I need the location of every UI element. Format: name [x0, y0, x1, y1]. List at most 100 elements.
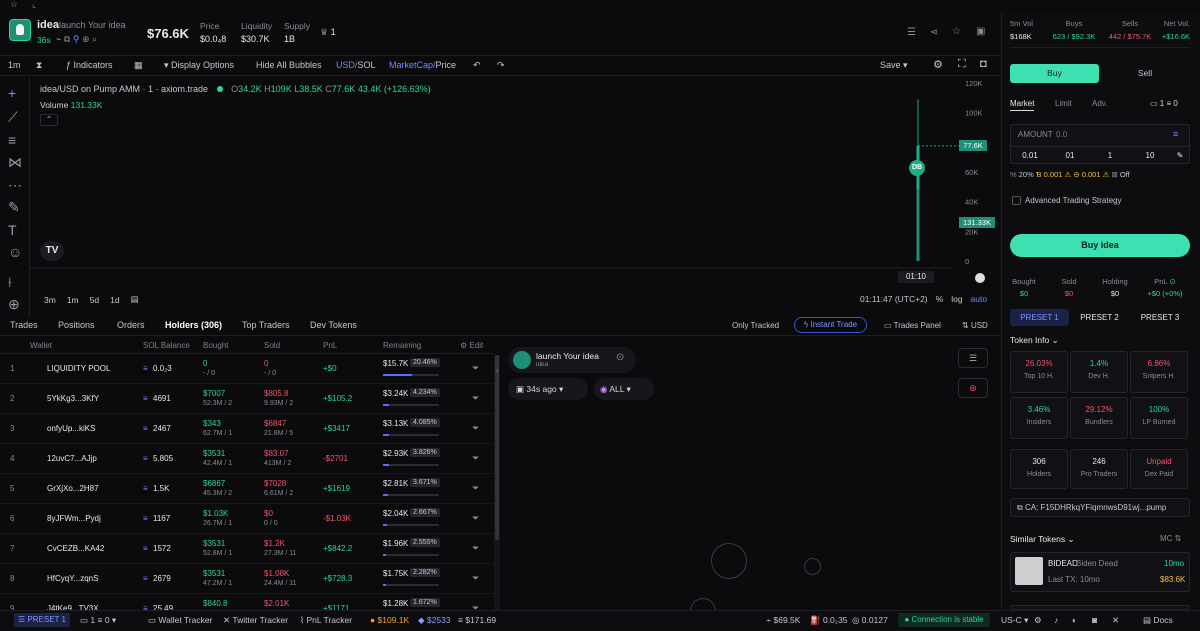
filter-icon[interactable]: ⏷: [472, 513, 479, 524]
candle-type-icon[interactable]: ⧗: [36, 60, 42, 71]
col-wallet[interactable]: Wallet: [30, 341, 52, 350]
docs-link[interactable]: ▤ Docs: [1143, 615, 1173, 626]
twitter-tracker-button[interactable]: ✕ Twitter Tracker: [223, 615, 288, 626]
price-toggle[interactable]: Price: [436, 60, 457, 70]
limit-tab[interactable]: Limit: [1055, 99, 1072, 108]
table-row[interactable]: 2 5YkKg3...3KfY ≡ 4691 $7007 52.3M / 2 $805.8 9…: [0, 384, 494, 414]
chart-canvas[interactable]: 120K100K80K60K40K20K0: [30, 77, 1000, 291]
quick-amount-0.01[interactable]: 0.01: [1010, 151, 1050, 160]
collapse-legend-button[interactable]: ⌃: [40, 114, 58, 126]
col-sol-balance[interactable]: SOL Balance: [143, 341, 190, 350]
preset-1-tab[interactable]: PRESET 1: [1010, 309, 1069, 326]
tab-holders[interactable]: Holders (306): [165, 320, 222, 330]
range-1m[interactable]: 1m: [67, 295, 79, 305]
usd-toggle[interactable]: USD: [336, 60, 355, 70]
wallet-address[interactable]: 12uvC7...AJjp: [47, 454, 97, 463]
tab-orders[interactable]: Orders: [117, 320, 145, 330]
buy-tab[interactable]: Buy: [1010, 64, 1099, 83]
calendar-icon[interactable]: ▤: [131, 294, 139, 305]
undo-icon[interactable]: ↶: [473, 60, 481, 71]
star-icon[interactable]: ☆: [10, 0, 18, 10]
scale-handle[interactable]: [975, 273, 985, 283]
x-icon[interactable]: ✕: [1112, 615, 1119, 626]
market-tab[interactable]: Market: [1010, 99, 1035, 111]
price-chart[interactable]: 120K100K80K60K40K20K0: [30, 77, 1000, 291]
hide-bubbles-button[interactable]: Hide All Bubbles: [256, 60, 322, 70]
bubble[interactable]: [711, 543, 747, 579]
table-row[interactable]: 7 CvCEZB...KA42 ≡ 1572 $3531 52.8M / 1 $1.2K 27…: [0, 534, 494, 564]
preset-indicator[interactable]: ☰ PRESET 1: [14, 613, 70, 627]
tab-top-traders[interactable]: Top Traders: [242, 320, 290, 330]
share-icon[interactable]: ⋖: [930, 27, 938, 38]
trades-panel-toggle[interactable]: ▭ Trades Panel: [884, 321, 941, 330]
fullscreen-icon[interactable]: ⛶: [958, 58, 966, 71]
currency-toggle[interactable]: ⇅ USD: [962, 321, 988, 330]
sol-toggle[interactable]: SOL: [358, 60, 376, 70]
tab-trades[interactable]: Trades: [10, 320, 38, 330]
filter-icon[interactable]: ⏷: [472, 573, 479, 584]
pnl-toggle-icon[interactable]: ⊙: [1169, 277, 1175, 286]
redo-icon[interactable]: ↷: [497, 60, 505, 71]
quick-amount-10[interactable]: 10: [1130, 151, 1170, 160]
wallet-selector[interactable]: ▭ 1 ≡ 0 ▾: [80, 615, 116, 626]
preset-3-tab[interactable]: PRESET 3: [1130, 309, 1190, 326]
marketcap-toggle[interactable]: MarketCap: [389, 60, 433, 70]
interval-select[interactable]: 1m: [8, 60, 21, 70]
quick-amount-01[interactable]: 01: [1050, 151, 1090, 160]
filter-icon[interactable]: ⏷: [472, 423, 479, 434]
col-remaining[interactable]: Remaining: [383, 341, 421, 350]
list-icon[interactable]: ☰: [907, 27, 916, 38]
discord-icon[interactable]: ◙: [1092, 615, 1097, 625]
filter-icon[interactable]: ⏷: [472, 393, 479, 404]
bubble-icon[interactable]: ⊛: [958, 378, 988, 398]
edit-columns-button[interactable]: ⚙ Edit: [460, 341, 483, 350]
wallet-address[interactable]: onfyUp...kiKS: [47, 424, 95, 433]
amount-input[interactable]: [1056, 128, 1166, 140]
table-row[interactable]: 5 GrXjXo...2H87 ≡ 1.5K $6867 45.3M / 2 $7028 6.…: [0, 474, 494, 504]
bubble[interactable]: [804, 558, 821, 575]
col-sold[interactable]: Sold: [264, 341, 280, 350]
display-options-button[interactable]: ▾ Display Options: [164, 60, 234, 71]
table-row[interactable]: 8 HfCyqY...zqnS ≡ 2679 $3531 47.2M / 1 $1.08K 2…: [0, 564, 494, 594]
wallet-address[interactable]: LIQUIDITY POOL: [47, 364, 110, 373]
wallet-count[interactable]: ▭ 1 ≡ 0: [1150, 99, 1178, 108]
wallet-filter[interactable]: ◉ ALL ▾: [594, 378, 654, 400]
contract-address[interactable]: ⧉ CA: F15DHRkqYFiqmnwsD91wj...pump: [1010, 498, 1190, 517]
bell-icon[interactable]: ♪: [1054, 615, 1058, 625]
range-3m[interactable]: 3m: [44, 295, 56, 305]
advanced-strategy-checkbox[interactable]: [1012, 196, 1021, 205]
save-button[interactable]: Save ▾: [880, 60, 908, 71]
trade-settings[interactable]: % 20% Ɓ 0.001 ⚠ ⊖ 0.001 ⚠ ⊠ Off: [1010, 170, 1130, 179]
wallet-tracker-button[interactable]: ▭ Wallet Tracker: [148, 615, 212, 626]
tab-dev-tokens[interactable]: Dev Tokens: [310, 320, 357, 330]
list-view-icon[interactable]: ☰: [958, 348, 988, 368]
pnl-tracker-button[interactable]: ⌇ PnL Tracker: [300, 615, 352, 626]
dev-buy-marker[interactable]: DB: [909, 160, 925, 176]
quick-amount-1[interactable]: 1: [1090, 151, 1130, 160]
indicators-button[interactable]: ƒ Indicators: [66, 60, 113, 70]
wallet-address[interactable]: 8yJFWm...Pydj: [47, 514, 101, 523]
filter-icon[interactable]: ⏷: [472, 453, 479, 464]
table-row[interactable]: 1 LIQUIDITY POOL ≡ 0.0₂3 0 - / 0 0 - / 0 +$0 $15.…: [0, 354, 494, 384]
brush-icon[interactable]: ✎: [8, 199, 20, 216]
mc-sort[interactable]: MC ⇅: [1160, 534, 1181, 543]
buy-button[interactable]: Buy idea: [1010, 234, 1190, 257]
wallet-address[interactable]: HfCyqY...zqnS: [47, 574, 98, 583]
preset-2-tab[interactable]: PRESET 2: [1070, 309, 1129, 326]
edit-amounts-icon[interactable]: ✎: [1170, 151, 1190, 160]
filter-icon[interactable]: ⏷: [472, 363, 479, 374]
range-5d[interactable]: 5d: [90, 295, 99, 305]
collapse-arrow-icon[interactable]: ›: [496, 366, 499, 375]
col-pnl[interactable]: PnL: [323, 341, 337, 350]
link-icons[interactable]: ⌁ ⧉ ⚲ ⊕ ⌕: [56, 34, 97, 45]
scroll-thumb[interactable]: [495, 355, 499, 540]
table-scrollbar[interactable]: [494, 355, 500, 610]
wallet-address[interactable]: 5YkKg3...3KfY: [47, 394, 99, 403]
grid-icon[interactable]: ▦: [134, 60, 143, 71]
auto-toggle[interactable]: auto: [971, 294, 988, 304]
crosshair-icon[interactable]: +: [8, 85, 16, 101]
token-info-toggle[interactable]: Token Info ⌄: [1010, 335, 1059, 346]
sell-tab[interactable]: Sell: [1100, 64, 1190, 83]
only-tracked-toggle[interactable]: Only Tracked: [732, 321, 779, 330]
region-selector[interactable]: US-C ▾: [1001, 615, 1028, 626]
